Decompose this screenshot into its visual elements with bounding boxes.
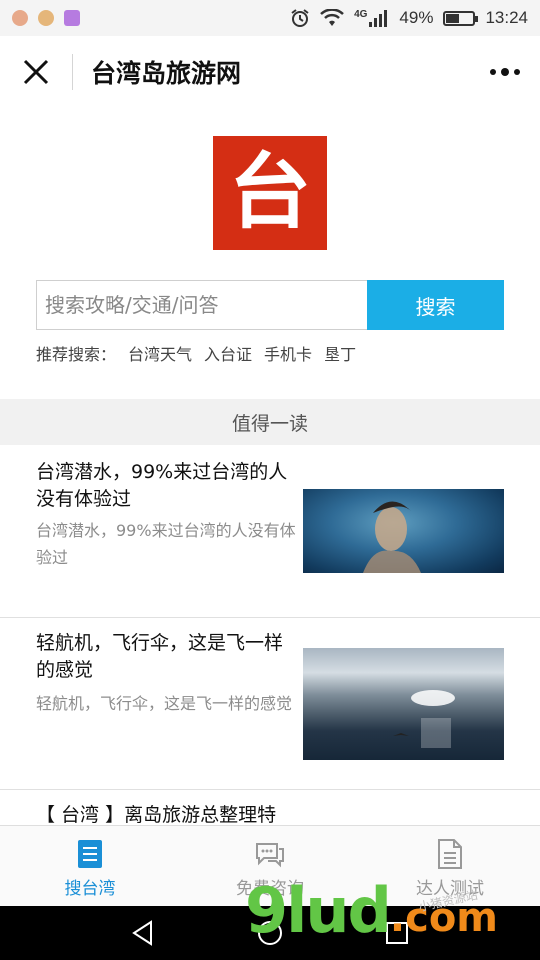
site-logo: 台 [213,136,327,250]
nav-tab-consult[interactable]: 免费咨询 [180,826,360,906]
close-button[interactable] [0,36,72,108]
article-item[interactable]: 轻航机，飞行伞，这是飞一样的感觉 轻航机，飞行伞，这是飞一样的感觉 [0,618,540,790]
chat-bubbles-icon [256,843,284,868]
more-dot-icon [514,69,520,75]
article-title: 台湾潜水，99%来过台湾的人没有体验过 [36,461,288,510]
article-item[interactable]: 【 台湾 】离岛旅游总整理特 [0,790,540,830]
recommend-link[interactable]: 入台证 [204,341,252,365]
notification-icon [12,10,28,26]
article-title: 轻航机，飞行伞，这是飞一样的感觉 [36,632,284,681]
title-bar: 台湾岛旅游网 [0,36,540,108]
recommend-link[interactable]: 垦丁 [324,341,356,365]
document-list-icon [78,840,102,868]
signal-icon: 4G [354,9,389,27]
recents-icon[interactable] [383,919,411,947]
section-title: 值得一读 [231,412,308,435]
article-desc: 台湾潜水，99%来过台湾的人没有体验过 [36,521,296,567]
back-icon[interactable] [129,919,157,947]
status-bar: 4G 49% 13:24 [0,0,540,36]
more-dot-icon [501,68,509,76]
nav-label: 免费咨询 [236,879,304,899]
battery-percent: 49% [399,8,434,27]
section-header: 值得一读 [0,399,540,445]
nav-tab-search[interactable]: 搜台湾 [0,826,180,906]
more-button[interactable] [470,36,540,108]
search-bar: 搜索 [36,280,504,330]
alarm-icon [291,9,309,27]
article-thumbnail [303,648,504,760]
more-dot-icon [490,69,496,75]
page-title: 台湾岛旅游网 [91,59,242,88]
article-item[interactable]: 台湾潜水，99%来过台湾的人没有体验过 台湾潜水，99%来过台湾的人没有体验过 [0,445,540,618]
battery-icon [443,10,479,26]
network-type: 4G [354,9,368,20]
message-icon [38,10,54,26]
article-thumbnail [303,489,504,573]
logo-text: 台 [228,145,311,240]
clock: 13:24 [485,8,528,27]
recommend-link[interactable]: 手机卡 [264,341,312,365]
nav-label: 搜台湾 [64,879,116,899]
wifi-icon [320,9,344,26]
close-icon [23,59,49,85]
system-nav-bar [0,906,540,960]
article-desc: 轻航机，飞行伞，这是飞一样的感觉 [36,694,293,713]
recommended-searches: 推荐搜索： 台湾天气 入台证 手机卡 垦丁 [36,340,356,366]
document-icon [438,839,462,869]
search-button[interactable]: 搜索 [367,280,504,330]
recommend-label: 推荐搜索： [36,345,117,364]
recommend-link[interactable]: 台湾天气 [128,341,192,365]
gallery-icon [64,10,80,26]
search-input[interactable] [36,280,367,330]
home-icon[interactable] [256,919,284,947]
divider [72,54,73,90]
